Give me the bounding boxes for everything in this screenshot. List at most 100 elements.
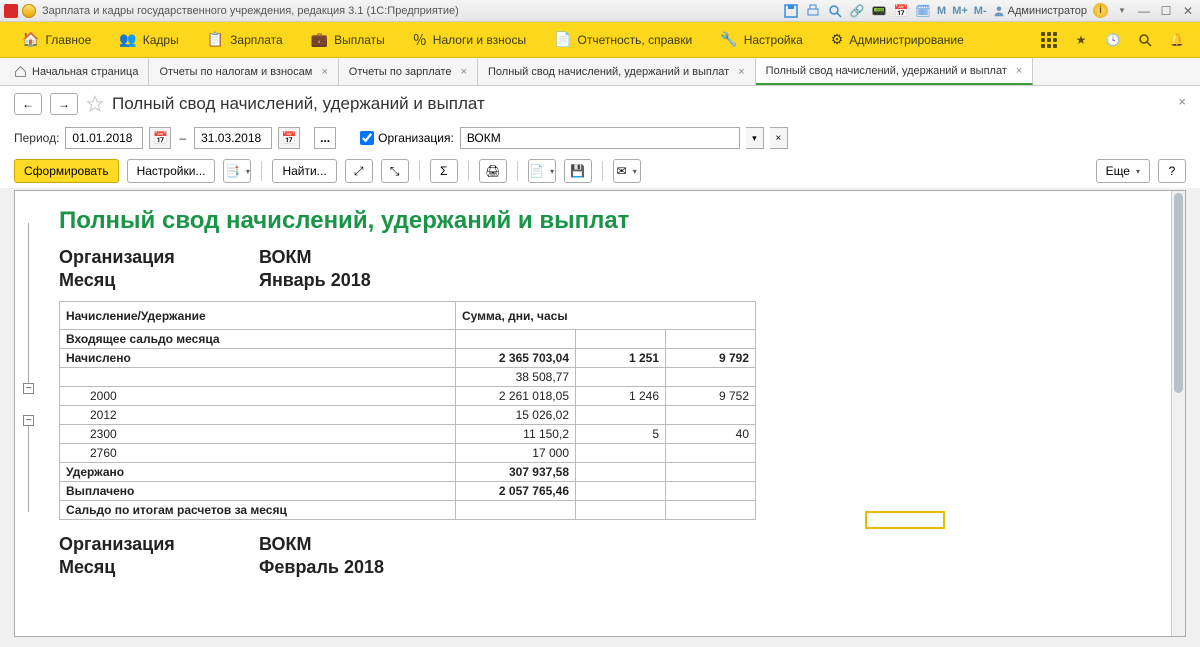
history-icon[interactable]: 🕓	[1104, 31, 1122, 49]
selection-cursor	[865, 511, 945, 529]
table-row[interactable]: 38 508,77	[60, 368, 756, 387]
table-row[interactable]: Начислено2 365 703,041 2519 792	[60, 349, 756, 368]
menu-salary[interactable]: 📋Зарплата	[193, 22, 297, 57]
cell	[576, 501, 666, 520]
cell: 2 365 703,04	[456, 349, 576, 368]
tab-summary-1[interactable]: Полный свод начислений, удержаний и выпл…	[478, 58, 756, 85]
table-row[interactable]: Выплачено2 057 765,46	[60, 482, 756, 501]
table-row[interactable]: 230011 150,2540	[60, 425, 756, 444]
menu-reports[interactable]: 📄Отчетность, справки	[540, 22, 706, 57]
table-row[interactable]: Удержано307 937,58	[60, 463, 756, 482]
help-button[interactable]: ?	[1158, 159, 1186, 183]
schedule-icon[interactable]: 🗓	[915, 3, 931, 19]
print-icon[interactable]	[805, 3, 821, 19]
find-button[interactable]: Найти...	[272, 159, 336, 183]
save-button[interactable]: 💾	[564, 159, 592, 183]
nav-back-button[interactable]: ←	[14, 93, 42, 115]
mail-button[interactable]: ✉▾	[613, 159, 641, 183]
table-row[interactable]: 20002 261 018,051 2469 752	[60, 387, 756, 406]
report-area: − − − Полный свод начислений, удержаний …	[14, 190, 1186, 637]
date-from-input[interactable]	[65, 127, 143, 149]
window-maximize-icon[interactable]: ☐	[1158, 3, 1174, 19]
variant-button[interactable]: 📑▾	[223, 159, 251, 183]
menu-label: Налоги и взносы	[433, 33, 526, 47]
menu-taxes[interactable]: ％ Налоги и взносы	[399, 22, 540, 57]
memory-m[interactable]: M	[937, 5, 946, 17]
bell-icon[interactable]: 🔔	[1168, 31, 1186, 49]
org-filter-checkbox-label[interactable]: Организация:	[360, 131, 454, 145]
apps-grid-icon[interactable]	[1040, 31, 1058, 49]
window-titlebar: Зарплата и кадры государственного учрежд…	[0, 0, 1200, 22]
cell: 15 026,02	[456, 406, 576, 425]
generate-button[interactable]: Сформировать	[14, 159, 119, 183]
org-clear-icon[interactable]: ×	[770, 127, 788, 149]
close-icon[interactable]: ×	[1016, 65, 1022, 77]
tab-summary-2[interactable]: Полный свод начислений, удержаний и выпл…	[756, 58, 1034, 85]
calculator-icon[interactable]: 📟	[871, 3, 887, 19]
date-to-picker-icon[interactable]: 📅	[278, 127, 300, 149]
cell	[666, 330, 756, 349]
favorite-icon[interactable]: ★	[1072, 31, 1090, 49]
cell: 1 246	[576, 387, 666, 406]
settings-button[interactable]: Настройки...	[127, 159, 216, 183]
period-select-button[interactable]: ...	[314, 127, 336, 149]
scrollbar-thumb[interactable]	[1174, 193, 1183, 393]
sum-button[interactable]: Σ	[430, 159, 458, 183]
month-value: Январь 2018	[259, 270, 371, 291]
menu-personnel[interactable]: 👥 Кадры	[105, 22, 192, 57]
close-icon[interactable]: ×	[321, 66, 327, 78]
memory-mplus[interactable]: M+	[952, 5, 968, 17]
collapse-button[interactable]: ⤡	[381, 159, 409, 183]
org-value: ВОКМ	[259, 534, 312, 555]
memory-mminus[interactable]: M-	[974, 5, 987, 17]
menu-label: Кадры	[143, 33, 179, 47]
search-icon[interactable]	[1136, 31, 1154, 49]
more-button[interactable]: Еще▾	[1096, 159, 1150, 183]
menu-settings[interactable]: 🔧Настройка	[706, 22, 817, 57]
expand-button[interactable]: ⤢	[345, 159, 373, 183]
window-minimize-icon[interactable]: —	[1136, 3, 1152, 19]
info-icon[interactable]: i	[1093, 3, 1108, 18]
wallet-icon: 💼	[311, 31, 328, 48]
save-as-button[interactable]: 📄▾	[528, 159, 556, 183]
main-menu: 🏠Главное 👥 Кадры 📋Зарплата 💼Выплаты ％ Нало…	[0, 22, 1200, 58]
month-label: Месяц	[59, 557, 259, 578]
nav-forward-button[interactable]: →	[50, 93, 78, 115]
search-global-icon[interactable]	[827, 3, 843, 19]
link-icon[interactable]: 🔗	[849, 3, 865, 19]
table-row[interactable]: 201215 026,02	[60, 406, 756, 425]
window-close-icon[interactable]: ✕	[1180, 3, 1196, 19]
close-icon[interactable]: ×	[738, 66, 744, 78]
cell: Входящее сальдо месяца	[60, 330, 456, 349]
page-close-icon[interactable]: ×	[1178, 94, 1186, 109]
tab-tax-reports[interactable]: Отчеты по налогам и взносам×	[149, 58, 338, 85]
print-button[interactable]: 🖨	[479, 159, 507, 183]
info-dropdown-icon[interactable]: ▼	[1114, 3, 1130, 19]
tab-home[interactable]: Начальная страница	[4, 58, 149, 85]
vertical-scrollbar[interactable]	[1171, 191, 1185, 636]
app-menu-dropdown[interactable]	[22, 4, 36, 18]
tab-salary-reports[interactable]: Отчеты по зарплате×	[339, 58, 478, 85]
cell: 307 937,58	[456, 463, 576, 482]
cell: 2012	[60, 406, 456, 425]
save-icon[interactable]	[783, 3, 799, 19]
menu-main[interactable]: 🏠Главное	[8, 22, 105, 57]
date-from-picker-icon[interactable]: 📅	[149, 127, 171, 149]
star-icon[interactable]	[86, 95, 104, 113]
gear-icon: ⚙	[831, 31, 844, 48]
table-row[interactable]: 276017 000	[60, 444, 756, 463]
org-input[interactable]: ВОКМ	[460, 127, 740, 149]
menu-payouts[interactable]: 💼Выплаты	[297, 22, 399, 57]
menu-admin[interactable]: ⚙Администрирование	[817, 22, 978, 57]
people-icon: 👥	[119, 31, 136, 48]
table-row[interactable]: Входящее сальдо месяца	[60, 330, 756, 349]
date-to-input[interactable]	[194, 127, 272, 149]
btn-label: Найти...	[282, 164, 326, 178]
org-filter-checkbox[interactable]	[360, 131, 374, 145]
calendar-icon[interactable]: 📅	[893, 3, 909, 19]
table-row[interactable]: Сальдо по итогам расчетов за месяц	[60, 501, 756, 520]
org-dropdown-icon[interactable]: ▾	[746, 127, 764, 149]
percent-icon: ％	[413, 30, 427, 50]
current-user[interactable]: Администратор	[993, 5, 1087, 17]
close-icon[interactable]: ×	[461, 66, 467, 78]
